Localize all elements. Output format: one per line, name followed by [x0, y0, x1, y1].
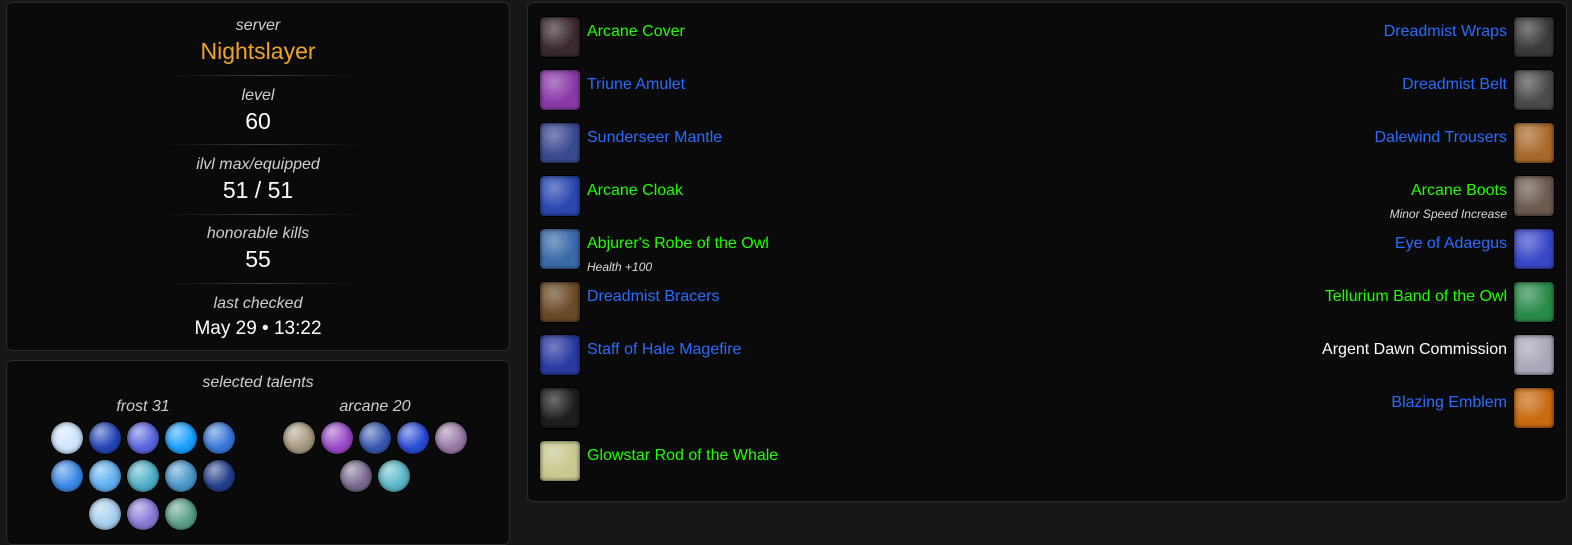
ranged-slot-icon[interactable]	[540, 441, 580, 481]
legs-slot-icon[interactable]	[1514, 123, 1554, 163]
level-label: level	[241, 87, 275, 104]
gear-item-name[interactable]: Arcane Boots	[1411, 181, 1507, 201]
frost-talent-icon-3[interactable]	[127, 422, 159, 454]
gear-panel: Arcane Cover Triune Amulet Sunderseer Mant…	[527, 2, 1567, 502]
gear-item-row[interactable]: Dalewind Trousers	[1034, 123, 1554, 167]
gear-item-name[interactable]: Arcane Cloak	[587, 181, 683, 201]
gear-item-name[interactable]: Triune Amulet	[587, 75, 685, 95]
frost-talent-icon-8[interactable]	[127, 460, 159, 492]
gear-item-name[interactable]: Glowstar Rod of the Whale	[587, 446, 778, 466]
gear-item-name[interactable]: Dalewind Trousers	[1375, 128, 1508, 148]
gear-item-enchant: Minor Speed Increase	[1389, 207, 1507, 221]
last-checked-value: May 29 • 13:22	[194, 318, 322, 339]
gear-item-row[interactable]	[540, 388, 1060, 432]
gear-item-row[interactable]: Arcane Boots Minor Speed Increase	[1034, 176, 1554, 221]
waist-slot-icon[interactable]	[1514, 70, 1554, 110]
shoulder-slot-icon[interactable]	[540, 123, 580, 163]
gear-item-name[interactable]: Staff of Hale Magefire	[587, 340, 741, 360]
divider	[165, 75, 361, 76]
frost-talent-icon-10[interactable]	[203, 460, 235, 492]
gear-item-name[interactable]: Argent Dawn Commission	[1322, 340, 1507, 360]
gear-item-row[interactable]: Tellurium Band of the Owl	[1034, 282, 1554, 326]
finger2-slot-icon[interactable]	[1514, 282, 1554, 322]
gear-item-row[interactable]: Dreadmist Belt	[1034, 70, 1554, 114]
gear-item-row[interactable]: Staff of Hale Magefire	[540, 335, 1060, 379]
arcane-talent-icon-7[interactable]	[378, 460, 410, 492]
frost-talent-icon-13[interactable]	[165, 498, 197, 530]
feet-slot-icon[interactable]	[1514, 176, 1554, 216]
server-name: Nightslayer	[200, 38, 316, 64]
gear-item-row[interactable]: Blazing Emblem	[1034, 388, 1554, 432]
gear-item-row[interactable]: Abjurer's Robe of the Owl Health +100	[540, 229, 1060, 274]
level-value: 60	[245, 108, 271, 134]
arcane-talent-icon-2[interactable]	[321, 422, 353, 454]
gear-item-row[interactable]: Argent Dawn Commission	[1034, 335, 1554, 379]
offhand-slot-empty-icon[interactable]	[540, 388, 580, 428]
head-slot-icon[interactable]	[540, 17, 580, 57]
arcane-talent-icon-3[interactable]	[359, 422, 391, 454]
gear-item-name[interactable]: Sunderseer Mantle	[587, 128, 722, 148]
neck-slot-icon[interactable]	[540, 70, 580, 110]
gear-item-name[interactable]: Dreadmist Belt	[1402, 75, 1507, 95]
trinket1-slot-icon[interactable]	[1514, 335, 1554, 375]
honorable-kills-value: 55	[245, 246, 271, 272]
gear-item-name[interactable]: Blazing Emblem	[1391, 393, 1507, 413]
talent-tree-frost-label: frost 31	[116, 398, 170, 415]
gear-item-row[interactable]: Dreadmist Wraps	[1034, 17, 1554, 61]
frost-talent-icon-9[interactable]	[165, 460, 197, 492]
last-checked-stat: last checked May 29 • 13:22	[7, 294, 509, 344]
server-label: server	[235, 17, 281, 34]
chest-slot-icon[interactable]	[540, 229, 580, 269]
frost-talent-icon-6[interactable]	[51, 460, 83, 492]
gear-item-row[interactable]: Eye of Adaegus	[1034, 229, 1554, 273]
gear-item-name[interactable]: Tellurium Band of the Owl	[1325, 287, 1507, 307]
gear-item-name[interactable]: Dreadmist Bracers	[587, 287, 719, 307]
arcane-talent-icon-6[interactable]	[340, 460, 372, 492]
level-stat: level 60	[7, 86, 509, 136]
back-slot-icon[interactable]	[540, 176, 580, 216]
frost-talent-icon-1[interactable]	[51, 422, 83, 454]
gear-item-row[interactable]: Sunderseer Mantle	[540, 123, 1060, 167]
talents-title: selected talents	[202, 374, 314, 391]
divider	[165, 214, 361, 215]
finger1-slot-icon[interactable]	[1514, 229, 1554, 269]
gear-item-name[interactable]: Dreadmist Wraps	[1384, 22, 1507, 42]
gear-item-row[interactable]: Triune Amulet	[540, 70, 1060, 114]
gear-item-name[interactable]: Abjurer's Robe of the Owl	[587, 234, 769, 254]
talent-tree-arcane-label: arcane 20	[339, 398, 411, 415]
ilvl-stat: ilvl max/equipped 51 / 51	[7, 155, 509, 205]
ilvl-value: 51 / 51	[222, 177, 294, 203]
trinket2-slot-icon[interactable]	[1514, 388, 1554, 428]
hands-slot-icon[interactable]	[1514, 17, 1554, 57]
character-info-panel: server Nightslayer level 60 ilvl max/equ…	[6, 2, 510, 351]
server-stat: server Nightslayer	[7, 16, 509, 66]
gear-item-row[interactable]: Glowstar Rod of the Whale	[540, 441, 1060, 485]
honorable-kills-stat: honorable kills 55	[7, 224, 509, 274]
frost-talent-icon-7[interactable]	[89, 460, 121, 492]
gear-item-row[interactable]: Dreadmist Bracers	[540, 282, 1060, 326]
frost-talent-icon-5[interactable]	[203, 422, 235, 454]
mainhand-slot-icon[interactable]	[540, 335, 580, 375]
arcane-talent-icon-4[interactable]	[397, 422, 429, 454]
ilvl-label: ilvl max/equipped	[196, 156, 320, 173]
last-checked-label: last checked	[213, 295, 303, 312]
honorable-kills-label: honorable kills	[206, 225, 310, 242]
gear-item-name[interactable]: Eye of Adaegus	[1395, 234, 1507, 254]
arcane-talent-icon-5[interactable]	[435, 422, 467, 454]
gear-item-name[interactable]: Arcane Cover	[587, 22, 685, 42]
frost-talent-icon-11[interactable]	[89, 498, 121, 530]
divider	[165, 283, 361, 284]
talents-panel: selected talents frost 31 arcane 20	[6, 360, 510, 545]
arcane-talent-icon-1[interactable]	[283, 422, 315, 454]
gear-item-row[interactable]: Arcane Cover	[540, 17, 1060, 61]
frost-talent-icon-4[interactable]	[165, 422, 197, 454]
wrist-slot-icon[interactable]	[540, 282, 580, 322]
gear-item-row[interactable]: Arcane Cloak	[540, 176, 1060, 220]
frost-talent-icon-12[interactable]	[127, 498, 159, 530]
gear-item-enchant: Health +100	[587, 260, 653, 274]
frost-talent-icon-2[interactable]	[89, 422, 121, 454]
divider	[165, 144, 361, 145]
